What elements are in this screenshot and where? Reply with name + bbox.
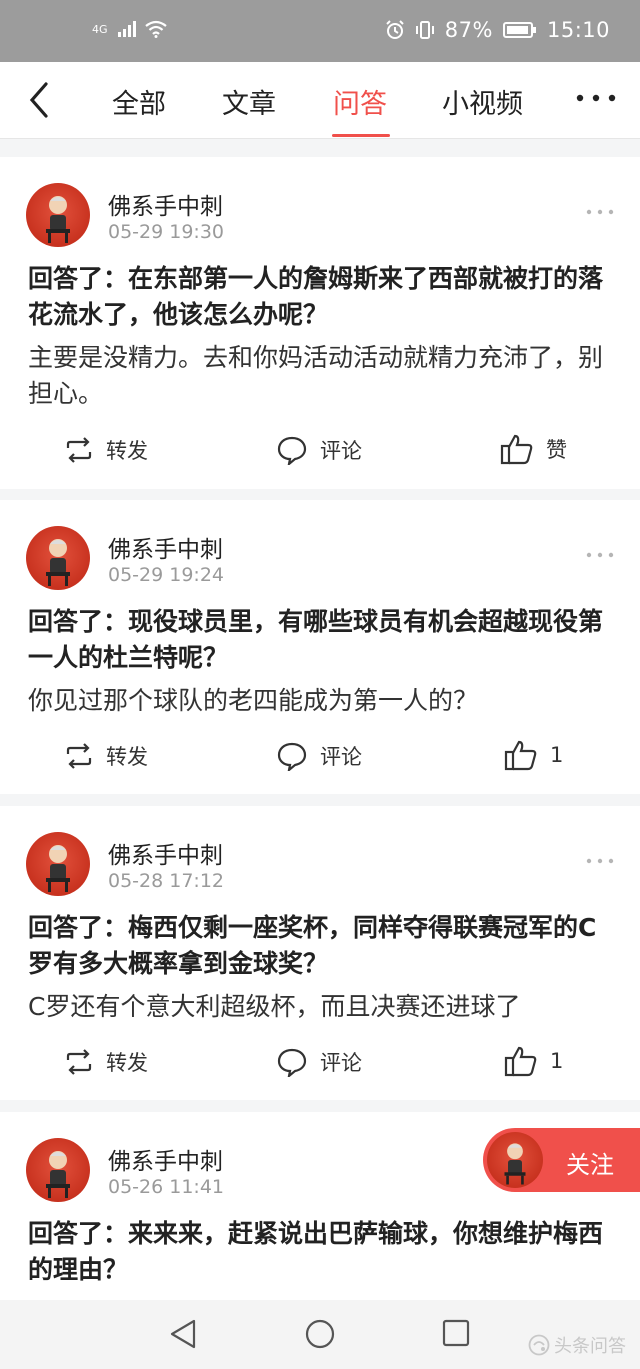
avatar-figure [46, 1151, 70, 1198]
more-dots-icon [586, 858, 614, 864]
like-label: 赞 [546, 438, 567, 462]
circle-home-icon [305, 1319, 335, 1349]
feed-card[interactable]: 佛系手中刺 05-29 19:30 回答了：在东部第一人的詹姆斯来了西部就被打的… [0, 157, 640, 489]
tab-qa[interactable]: 问答 [333, 82, 387, 121]
question-title[interactable]: 回答了：梅西仅剩一座奖杯，同样夺得联赛冠军的C罗有多大概率拿到金球奖？ [28, 910, 614, 982]
follow-avatar [487, 1132, 543, 1188]
thumbs-up-icon [500, 434, 533, 465]
square-recent-icon [442, 1319, 470, 1347]
follow-button[interactable]: 关注 [483, 1128, 640, 1192]
alarm-icon [386, 20, 404, 39]
more-dots-icon [576, 94, 616, 102]
comment-bubble-icon [277, 742, 307, 771]
follow-label: 关注 [566, 1151, 614, 1179]
top-tab-bar: 全部 文章 问答 小视频 [0, 62, 640, 139]
status-right: 87% 15:10 [385, 18, 610, 42]
avatar[interactable] [26, 183, 90, 247]
repost-button[interactable]: 转发 [64, 741, 148, 771]
avatar-figure [46, 845, 70, 892]
feed-card[interactable]: 佛系手中刺 05-28 17:12 回答了：梅西仅剩一座奖杯，同样夺得联赛冠军的… [0, 806, 640, 1100]
nav-recent-button[interactable] [441, 1318, 471, 1352]
comment-label: 评论 [320, 1051, 362, 1075]
clock: 15:10 [546, 18, 610, 42]
card-menu-button[interactable] [586, 201, 614, 215]
avatar-figure [46, 539, 70, 586]
avatar[interactable] [26, 526, 90, 590]
repost-icon [66, 1049, 92, 1075]
status-left: 4G [92, 20, 168, 38]
answer-text[interactable]: 你见过那个球队的老四能成为第一人的？ [28, 683, 618, 719]
like-button[interactable]: 赞 [500, 433, 567, 465]
answer-text[interactable]: C罗还有个意大利超级杯，而且决赛还进球了 [28, 989, 618, 1025]
avatar[interactable] [26, 832, 90, 896]
battery-icon [502, 22, 536, 38]
repost-label: 转发 [106, 745, 148, 769]
repost-button[interactable]: 转发 [64, 435, 148, 465]
avatar-figure [46, 196, 70, 243]
watermark-text: 头条问答 [554, 1336, 626, 1357]
comment-button[interactable]: 评论 [276, 435, 362, 465]
repost-label: 转发 [106, 1051, 148, 1075]
answer-text[interactable]: 主要是没精力。去和你妈活动活动就精力充沛了，别担心。 [28, 340, 618, 412]
question-title[interactable]: 回答了：在东部第一人的詹姆斯来了西部就被打的落花流水了，他该怎么办呢？ [28, 261, 614, 333]
thumbs-up-icon [504, 740, 537, 771]
question-title[interactable]: 回答了：来来来，赶紧说出巴萨输球，你想维护梅西的理由？ [28, 1216, 614, 1288]
nav-back-button[interactable] [168, 1318, 198, 1354]
more-button[interactable] [576, 88, 616, 108]
back-button[interactable] [22, 80, 58, 120]
thumbs-up-icon [504, 1046, 537, 1077]
toutiao-logo-icon [528, 1334, 550, 1356]
feed-card[interactable]: 佛系手中刺 05-29 19:24 回答了：现役球员里，有哪些球员有机会超越现役… [0, 500, 640, 794]
comment-button[interactable]: 评论 [276, 741, 362, 771]
author-name[interactable]: 佛系手中刺 [108, 836, 223, 870]
battery-percent: 87% [444, 18, 493, 42]
post-timestamp: 05-26 11:41 [108, 1176, 225, 1198]
author-name[interactable]: 佛系手中刺 [108, 530, 223, 564]
chevron-left-icon [29, 82, 48, 118]
post-timestamp: 05-29 19:30 [108, 221, 225, 243]
author-name[interactable]: 佛系手中刺 [108, 1142, 223, 1176]
like-count: 1 [550, 743, 564, 767]
nav-home-button[interactable] [304, 1318, 336, 1354]
like-button[interactable]: 1 [504, 739, 563, 771]
triangle-back-icon [170, 1319, 196, 1349]
wifi-icon [144, 20, 167, 38]
repost-label: 转发 [106, 439, 148, 463]
comment-button[interactable]: 评论 [276, 1047, 362, 1077]
comment-bubble-icon [277, 1048, 307, 1077]
network-type: 4G [92, 22, 108, 36]
post-timestamp: 05-28 17:12 [108, 870, 225, 892]
repost-icon [66, 743, 92, 769]
vibrate-icon [415, 21, 434, 39]
like-button[interactable]: 1 [504, 1045, 563, 1077]
system-nav-bar: 头条问答 [0, 1300, 640, 1369]
avatar-figure [504, 1143, 526, 1185]
more-dots-icon [586, 552, 614, 558]
author-name[interactable]: 佛系手中刺 [108, 187, 223, 221]
status-bar: 4G 87% 15:10 [0, 0, 640, 62]
comment-label: 评论 [320, 439, 362, 463]
more-dots-icon [586, 209, 614, 215]
comment-label: 评论 [320, 745, 362, 769]
question-title[interactable]: 回答了：现役球员里，有哪些球员有机会超越现役第一人的杜兰特呢？ [28, 604, 614, 676]
comment-bubble-icon [277, 436, 307, 465]
avatar[interactable] [26, 1138, 90, 1202]
repost-button[interactable]: 转发 [64, 1047, 148, 1077]
active-tab-indicator [332, 134, 390, 137]
watermark: 头条问答 [528, 1332, 626, 1358]
post-timestamp: 05-29 19:24 [108, 564, 225, 586]
like-count: 1 [550, 1049, 564, 1073]
card-menu-button[interactable] [586, 544, 614, 558]
cell-signal-icon [117, 21, 136, 37]
tab-articles[interactable]: 文章 [222, 82, 276, 121]
card-menu-button[interactable] [586, 850, 614, 864]
repost-icon [66, 437, 92, 463]
tab-all[interactable]: 全部 [112, 82, 166, 121]
tab-short-video[interactable]: 小视频 [442, 82, 523, 121]
